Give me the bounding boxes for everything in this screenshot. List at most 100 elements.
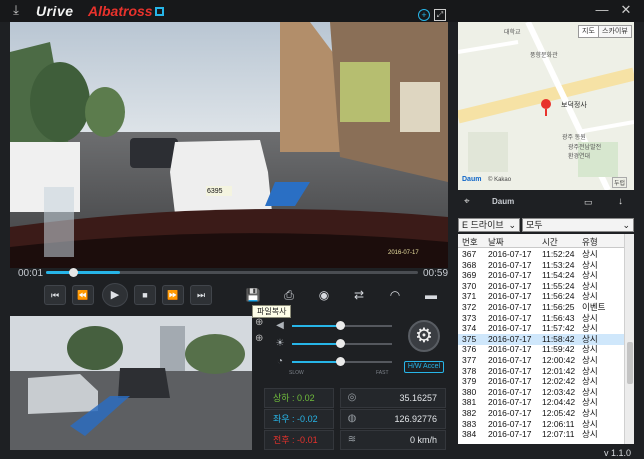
close-button[interactable]: ✕ xyxy=(616,0,636,20)
list-item[interactable]: 384 2016-07-17 12:07:11 상시 xyxy=(458,429,624,440)
list-item[interactable]: 372 2016-07-17 11:56:25 이벤트 xyxy=(458,302,624,313)
fast-forward-button[interactable]: ⏩ xyxy=(162,285,184,305)
list-item[interactable]: 370 2016-07-17 11:55:24 상시 xyxy=(458,281,624,292)
list-item-time: 11:56:24 xyxy=(542,291,575,302)
list-item[interactable]: 378 2016-07-17 12:01:42 상시 xyxy=(458,366,624,377)
folder-icon[interactable]: ▭ xyxy=(584,197,593,208)
map-tab-skyview[interactable]: 스카이뷰 xyxy=(598,25,632,38)
list-item[interactable]: 374 2016-07-17 11:57:42 상시 xyxy=(458,323,624,334)
volume-slider-handle[interactable] xyxy=(336,321,345,330)
map-scale[interactable]: 두럽 xyxy=(612,177,628,188)
slow-label: SLOW xyxy=(289,370,304,376)
copy-file-tooltip: 파일복사 xyxy=(252,305,292,318)
list-item[interactable]: 382 2016-07-17 12:05:42 상시 xyxy=(458,408,624,419)
type-filter-select[interactable]: 모두 ⌄ xyxy=(522,218,634,232)
list-item[interactable]: 376 2016-07-17 11:59:42 상시 xyxy=(458,344,624,355)
time-total: 00:59 xyxy=(423,268,449,279)
playback-speed-icon: ◔ xyxy=(276,356,284,367)
list-item-type: 상시 xyxy=(582,397,598,408)
download-arrow-icon[interactable]: ↓ xyxy=(618,196,623,207)
download-icon[interactable]: ⤓ xyxy=(6,0,26,20)
column-header-number[interactable]: 번호 xyxy=(462,236,478,248)
fast-forward-icon: ⏩ xyxy=(167,290,179,300)
speed-icon[interactable]: ◠ xyxy=(384,287,406,303)
save-icon[interactable]: 💾 xyxy=(242,287,264,303)
first-file-button[interactable]: ⏮ xyxy=(44,285,66,305)
fast-label: FAST xyxy=(376,370,389,376)
brand-albatross-logo: Albatross xyxy=(88,3,164,19)
first-icon: ⏮ xyxy=(50,290,60,300)
list-item-date: 2016-07-17 xyxy=(488,376,532,387)
list-item[interactable]: 375 2016-07-17 11:58:42 상시 xyxy=(458,333,624,345)
list-item-number: 383 xyxy=(462,418,477,429)
list-item-type: 상시 xyxy=(582,291,598,302)
list-item[interactable]: 373 2016-07-17 11:56:43 상시 xyxy=(458,313,624,324)
hw-accel-toggle[interactable]: H/W Accel xyxy=(404,361,444,373)
front-camera-video[interactable]: 2016-07-17 6395 xyxy=(10,22,448,268)
brightness-slider-track[interactable] xyxy=(340,343,392,345)
list-scrollbar-thumb[interactable] xyxy=(627,342,633,384)
list-item-number: 374 xyxy=(462,323,477,334)
map-label-env: 광주전남발전 환경연대 xyxy=(568,145,602,160)
list-item-date: 2016-07-17 xyxy=(488,280,532,291)
last-file-button[interactable]: ⏭ xyxy=(190,285,212,305)
drive-select[interactable]: E 드라이브 ⌄ xyxy=(458,218,520,232)
stop-button[interactable]: ■ xyxy=(134,285,156,305)
column-header-type[interactable]: 유형 xyxy=(582,236,598,248)
list-item[interactable]: 371 2016-07-17 11:56:24 상시 xyxy=(458,291,624,302)
list-item-date: 2016-07-17 xyxy=(488,312,532,323)
brand-urive-logo: Urive xyxy=(36,3,74,19)
list-item-time: 12:05:42 xyxy=(542,408,576,418)
location-pin-icon[interactable]: ⌖ xyxy=(464,196,470,207)
list-item[interactable]: 377 2016-07-17 12:00:42 상시 xyxy=(458,355,624,366)
gps-map[interactable]: 지도 스카이뷰 대학교 풍향문화관 보덕정사 광주 동원 광주전남발전 환경연대… xyxy=(458,22,634,190)
minimize-button[interactable]: — xyxy=(592,0,612,20)
column-header-date[interactable]: 날짜 xyxy=(488,236,504,248)
list-item[interactable]: 369 2016-07-17 11:54:24 상시 xyxy=(458,270,624,281)
globe-icon: ◍ xyxy=(347,413,357,424)
list-item-date: 2016-07-17 xyxy=(488,408,532,418)
rear-camera-video[interactable] xyxy=(10,316,252,450)
speed-slider-track[interactable] xyxy=(340,361,392,363)
list-item-date: 2016-07-17 xyxy=(488,429,532,440)
list-item-date: 2016-07-17 xyxy=(488,302,532,312)
drive-select-value: E 드라이브 xyxy=(462,220,504,230)
sub-video-add-icon[interactable]: ⊕ xyxy=(255,317,267,329)
volume-slider-track[interactable] xyxy=(340,325,392,327)
list-item-time: 12:01:42 xyxy=(542,365,576,376)
list-item-type: 이벤트 xyxy=(582,302,606,312)
list-item[interactable]: 379 2016-07-17 12:02:42 상시 xyxy=(458,376,624,387)
seek-handle[interactable] xyxy=(69,268,78,277)
sub-video-toggle-icon[interactable]: ⊕ xyxy=(255,333,267,345)
list-scrollbar[interactable] xyxy=(624,234,634,444)
map-tab-map[interactable]: 지도 xyxy=(578,25,599,38)
expand-icon[interactable]: ⤢ xyxy=(434,9,446,21)
list-item[interactable]: 368 2016-07-17 11:53:24 상시 xyxy=(458,260,624,271)
list-item-type: 상시 xyxy=(582,259,598,270)
settings-button[interactable]: ⚙ xyxy=(408,320,440,352)
list-item-date: 2016-07-17 xyxy=(488,365,532,376)
play-icon: ▶ xyxy=(110,289,120,301)
speed-slider-handle[interactable] xyxy=(336,357,345,366)
list-item[interactable]: 367 2016-07-17 11:52:24 상시 xyxy=(458,249,624,260)
camera-icon[interactable]: ◉ xyxy=(313,287,335,303)
list-item-time: 12:04:42 xyxy=(542,397,576,408)
list-item-number: 381 xyxy=(462,397,477,408)
swap-icon[interactable]: ⇄ xyxy=(348,287,370,303)
brightness-slider-handle[interactable] xyxy=(336,339,345,348)
print-icon[interactable]: ⎙ xyxy=(278,287,300,303)
recording-list[interactable]: 번호 날짜 시간 유형 367 2016-07-17 11:52:24 상시 368 20… xyxy=(458,234,634,444)
version-label: v 1.1.0 xyxy=(604,448,632,458)
zoom-icon[interactable]: + xyxy=(418,9,430,21)
car-icon[interactable]: ▬ xyxy=(420,287,442,303)
seek-progress-fill xyxy=(46,271,121,274)
list-item[interactable]: 381 2016-07-17 12:04:42 상시 xyxy=(458,397,624,408)
rewind-icon: ⏪ xyxy=(77,290,89,300)
play-button[interactable]: ▶ xyxy=(102,283,128,307)
column-header-time[interactable]: 시간 xyxy=(542,236,558,248)
list-item-date: 2016-07-17 xyxy=(488,418,532,429)
list-item[interactable]: 380 2016-07-17 12:03:42 상시 xyxy=(458,387,624,398)
list-item-type: 상시 xyxy=(582,333,598,344)
rewind-button[interactable]: ⏪ xyxy=(72,285,94,305)
list-item[interactable]: 383 2016-07-17 12:06:11 상시 xyxy=(458,419,624,430)
